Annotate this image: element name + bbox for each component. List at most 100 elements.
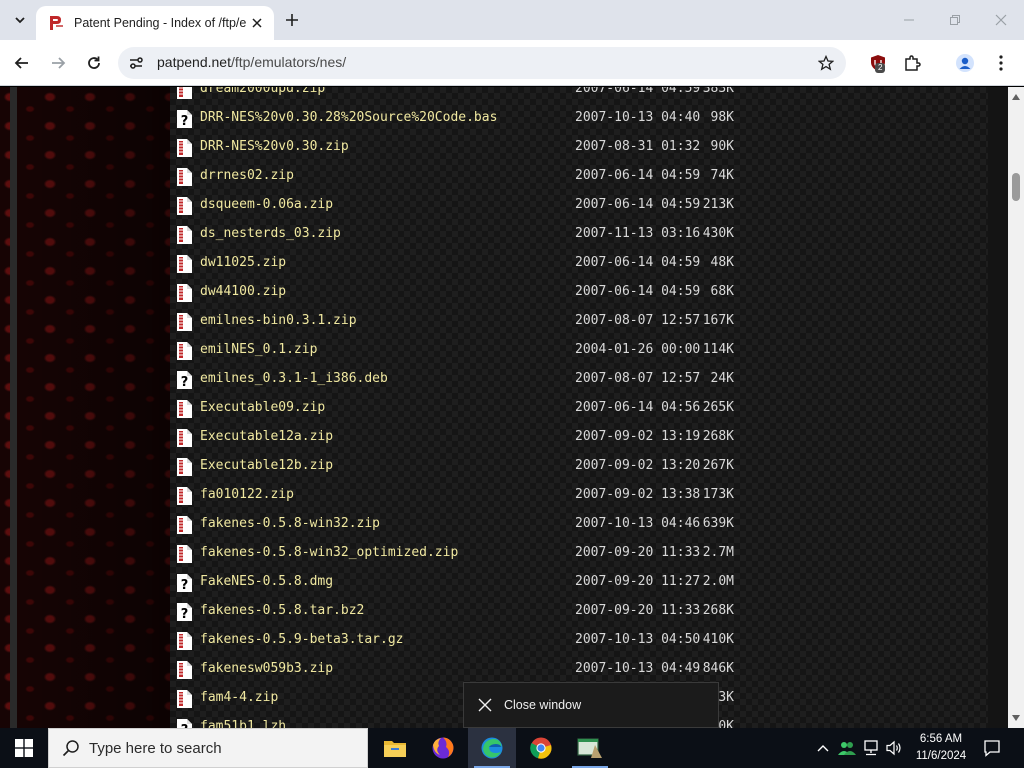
file-link[interactable]: fakenes-0.5.8-win32_optimized.zip (200, 545, 458, 560)
file-link[interactable]: DRR-NES%20v0.30.28%20Source%20Code.bas (200, 110, 497, 125)
file-link[interactable]: Executable12b.zip (200, 458, 333, 473)
close-icon (252, 18, 262, 28)
file-link[interactable]: dw11025.zip (200, 255, 286, 270)
file-size: 90K (710, 139, 734, 154)
tab-search-button[interactable] (8, 8, 32, 32)
file-link[interactable]: fam51b1.lzh (200, 719, 286, 728)
file-date: 2007-08-07 12:57 (575, 313, 701, 328)
taskbar-search-box[interactable]: Type here to search (48, 728, 368, 768)
file-link[interactable]: fakenesw059b3.zip (200, 661, 333, 676)
file-link[interactable]: dw44100.zip (200, 284, 286, 299)
file-link[interactable]: emilnes-bin0.3.1.zip (200, 313, 357, 328)
file-link[interactable]: fa010122.zip (200, 487, 294, 502)
archive-icon (176, 486, 194, 506)
file-size: 74K (710, 168, 734, 183)
minimize-button[interactable] (886, 0, 932, 40)
decorative-right-border (988, 87, 1008, 728)
forward-button[interactable] (44, 49, 72, 77)
firefox-taskbar-button[interactable] (419, 728, 467, 768)
show-hidden-icons-button[interactable] (812, 728, 834, 768)
file-link[interactable]: Executable09.zip (200, 400, 325, 415)
bookmark-star-button[interactable] (816, 53, 836, 73)
close-window-label: Close window (504, 698, 582, 712)
file-row: Executable12b.zip 2007-09-02 13:20 267K (176, 453, 776, 482)
app-taskbar-button[interactable] (566, 728, 614, 768)
arrow-left-icon (14, 57, 28, 69)
archive-icon (176, 515, 194, 535)
page-scrollbar[interactable] (1008, 87, 1024, 728)
archive-icon (176, 341, 194, 361)
svg-text:?: ? (181, 578, 189, 593)
scroll-up-button[interactable] (1008, 89, 1024, 105)
scroll-down-button[interactable] (1008, 710, 1024, 726)
chrome-taskbar-button[interactable] (517, 728, 565, 768)
new-tab-button[interactable] (281, 9, 303, 31)
scrollbar-thumb[interactable] (1012, 173, 1020, 201)
file-link[interactable]: fakenes-0.5.9-beta3.tar.gz (200, 632, 404, 647)
file-date: 2007-06-14 04:59 (575, 197, 701, 212)
file-link[interactable]: dsqueem-0.06a.zip (200, 197, 333, 212)
edge-icon (481, 737, 503, 759)
file-row: fakenes-0.5.8-win32_optimized.zip 2007-09… (176, 540, 776, 569)
file-link[interactable]: fam4-4.zip (200, 690, 278, 705)
taskbar-clock[interactable]: 6:56 AM 11/6/2024 (908, 731, 974, 765)
file-link[interactable]: fakenes-0.5.8.tar.bz2 (200, 603, 364, 618)
close-window-button[interactable] (978, 0, 1024, 40)
reload-button[interactable] (80, 49, 108, 77)
edge-taskbar-button[interactable] (468, 728, 516, 768)
file-date: 2007-06-14 04:56 (575, 400, 701, 415)
file-row: drrnes02.zip 2007-06-14 04:59 74K (176, 163, 776, 192)
tab-close-button[interactable] (248, 14, 266, 32)
file-link[interactable]: emilnes_0.3.1-1_i386.deb (200, 371, 388, 386)
people-tray-button[interactable] (836, 728, 858, 768)
file-size: 114K (702, 342, 734, 357)
unknown-file-icon: ? (176, 370, 194, 390)
file-link[interactable]: DRR-NES%20v0.30.zip (200, 139, 349, 154)
taskbar: Type here to search 6:56 AM 11/6/2024 (0, 728, 1024, 768)
file-link[interactable]: ds_nesterds_03.zip (200, 226, 341, 241)
file-link[interactable]: Executable12a.zip (200, 429, 333, 444)
archive-icon (176, 689, 194, 709)
file-size: 383K (702, 87, 734, 96)
puzzle-icon (905, 55, 921, 71)
file-date: 2007-09-02 13:19 (575, 429, 701, 444)
file-row: fakenes-0.5.8-win32.zip 2007-10-13 04:46 6… (176, 511, 776, 540)
file-link[interactable]: dream2000upd.zip (200, 87, 325, 96)
taskbar-search-placeholder: Type here to search (89, 739, 222, 757)
close-window-popup[interactable]: Close window (463, 682, 719, 728)
menu-button[interactable] (987, 49, 1015, 77)
file-link[interactable]: FakeNES-0.5.8.dmg (200, 574, 333, 589)
site-info-icon[interactable] (126, 53, 146, 73)
network-tray-button[interactable] (860, 728, 882, 768)
file-explorer-taskbar-button[interactable] (371, 728, 419, 768)
restore-button[interactable] (932, 0, 978, 40)
file-row: fakenes-0.5.9-beta3.tar.gz 2007-10-13 04:… (176, 627, 776, 656)
notifications-button[interactable] (978, 728, 1006, 768)
chrome-icon (530, 737, 552, 759)
file-size: 410K (702, 632, 734, 647)
back-button[interactable] (8, 49, 36, 77)
file-size: 173K (702, 487, 734, 502)
archive-icon (176, 457, 194, 477)
file-row: ? FakeNES-0.5.8.dmg 2007-09-20 11:27 2.0M (176, 569, 776, 598)
file-link[interactable]: emilNES_0.1.zip (200, 342, 317, 357)
tab-active[interactable]: Patent Pending - Index of /ftp/emulators… (36, 6, 274, 40)
browser-toolbar: patpend.net/ftp/emulators/nes/ 2 (0, 40, 1024, 86)
start-button[interactable] (0, 728, 48, 768)
site-favicon-icon (48, 14, 66, 32)
address-bar[interactable]: patpend.net/ftp/emulators/nes/ (118, 47, 846, 79)
file-link[interactable]: drrnes02.zip (200, 168, 294, 183)
extensions-button[interactable] (898, 49, 926, 77)
volume-tray-button[interactable] (883, 728, 905, 768)
file-size: 268K (702, 603, 734, 618)
file-size: 24K (710, 371, 734, 386)
svg-text:?: ? (181, 114, 189, 129)
archive-icon (176, 283, 194, 303)
file-date: 2007-06-14 04:59 (575, 168, 701, 183)
arrow-right-icon (52, 57, 66, 69)
profile-button[interactable] (951, 49, 979, 77)
file-link[interactable]: fakenes-0.5.8-win32.zip (200, 516, 380, 531)
file-size: 48K (710, 255, 734, 270)
firefox-icon (432, 737, 454, 759)
network-icon (864, 740, 878, 756)
